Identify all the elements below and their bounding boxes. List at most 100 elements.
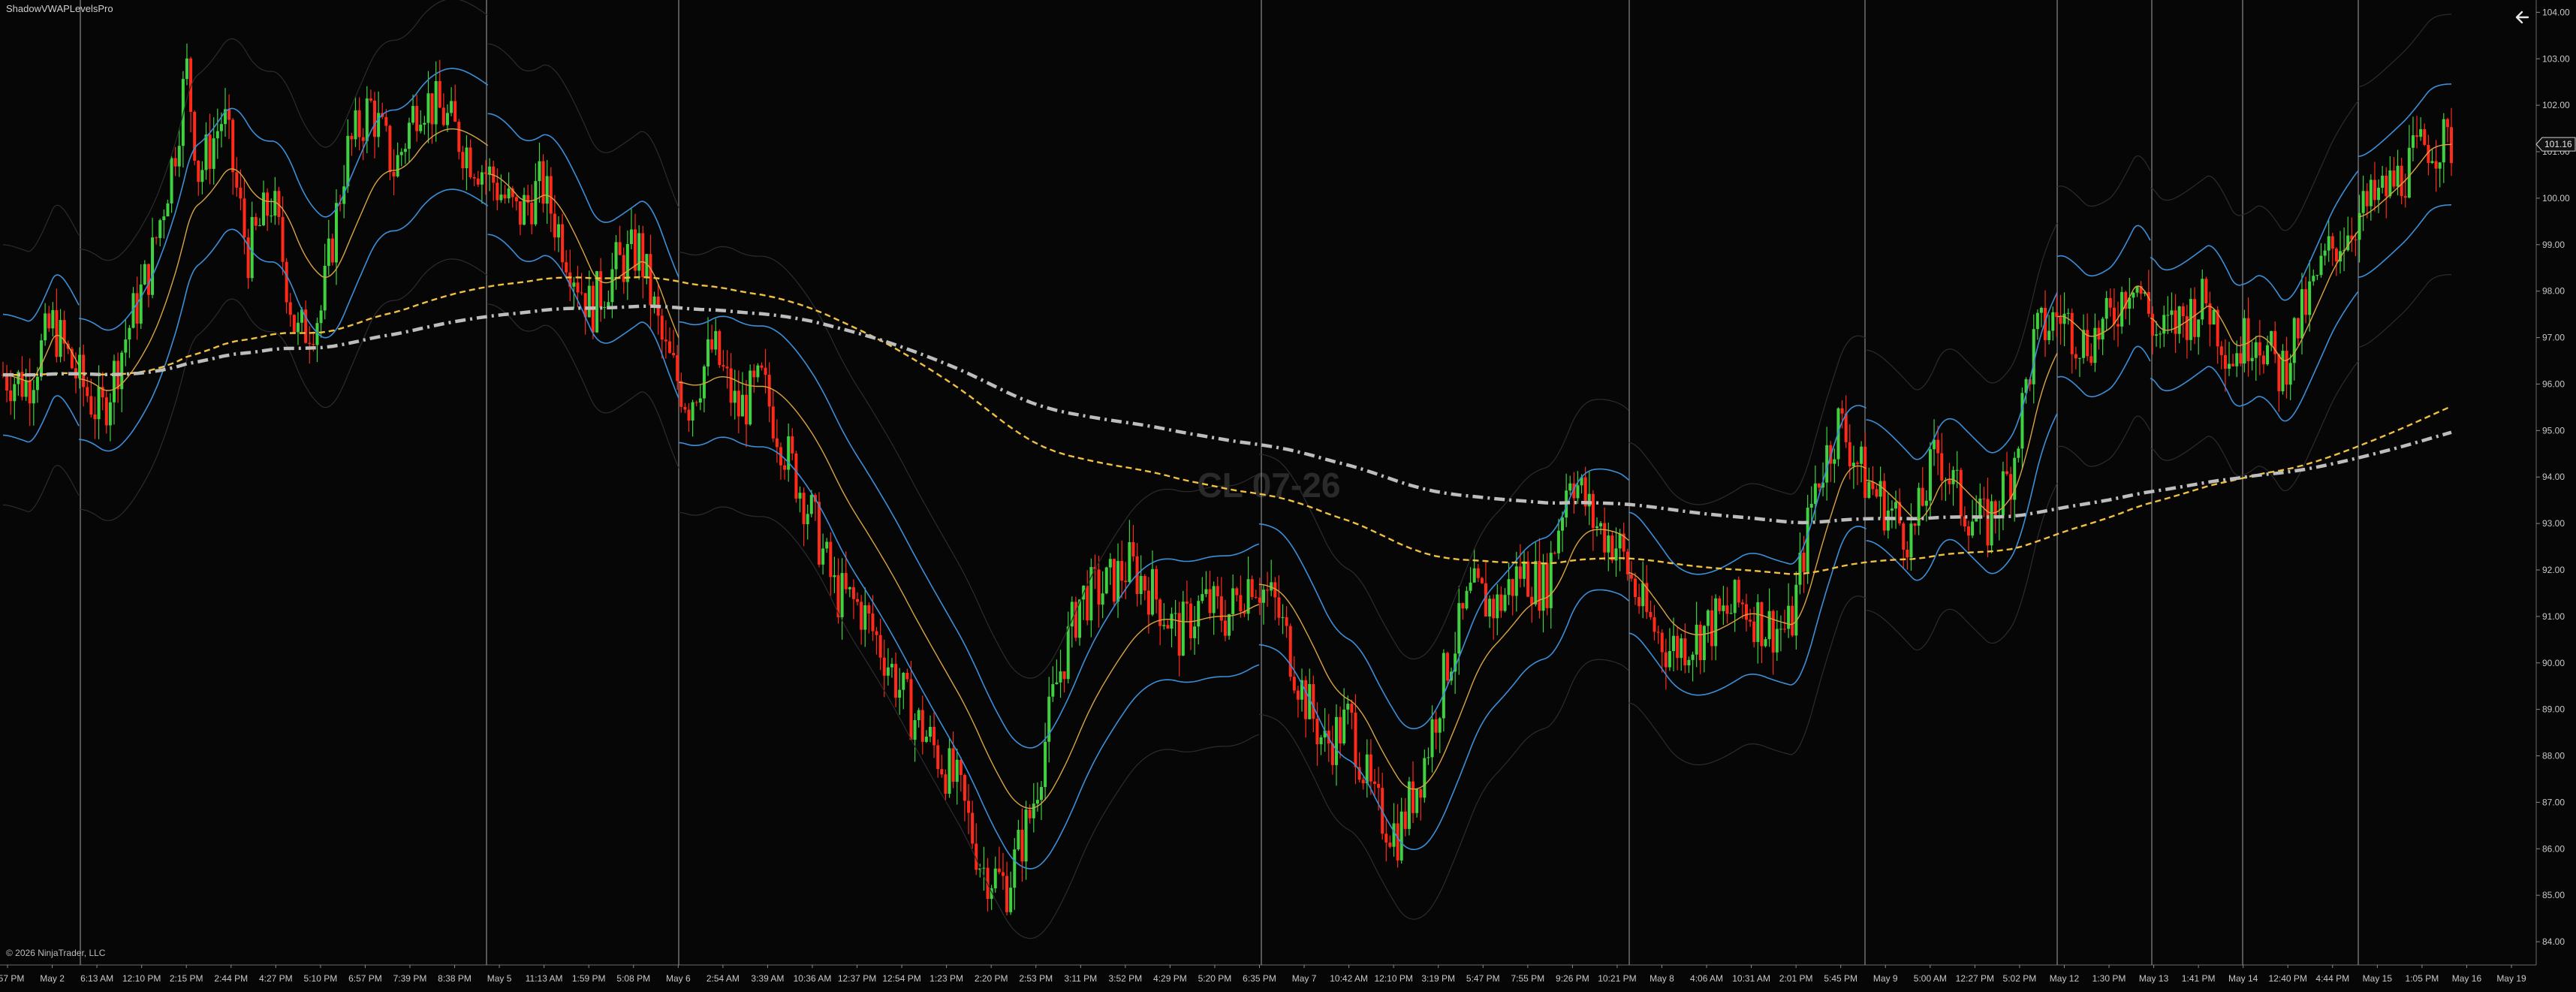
candle-body bbox=[170, 158, 173, 204]
time-tick-label: 10:42 AM bbox=[1330, 973, 1368, 984]
candle-body bbox=[1817, 483, 1821, 488]
candle-body bbox=[480, 172, 484, 185]
price-tick-label: 97.00 bbox=[2542, 333, 2565, 343]
candle-body bbox=[2377, 188, 2381, 201]
candle-body bbox=[1258, 597, 1261, 603]
candle-body bbox=[453, 101, 457, 122]
time-tick-label: May 13 bbox=[2139, 973, 2169, 984]
candle-body bbox=[2285, 351, 2288, 385]
candle-body bbox=[1599, 523, 1603, 526]
candle-body bbox=[1384, 834, 1388, 843]
anchored-vwap-dashed bbox=[2, 276, 2452, 575]
candle-body bbox=[821, 548, 825, 565]
candle-body bbox=[614, 242, 618, 270]
candle-body bbox=[740, 394, 744, 417]
candle-body bbox=[1001, 872, 1005, 876]
candle-body bbox=[1174, 613, 1177, 614]
candle-body bbox=[1710, 610, 1714, 647]
vwap-upper-band bbox=[3, 274, 80, 322]
candle-body bbox=[902, 672, 905, 690]
candle-body bbox=[1250, 579, 1254, 598]
time-tick-label: May 16 bbox=[2452, 973, 2482, 984]
candle-body bbox=[2430, 161, 2434, 163]
candle-body bbox=[28, 380, 32, 404]
candle-body bbox=[2319, 255, 2323, 276]
candle-body bbox=[618, 242, 622, 255]
candle-body bbox=[718, 330, 722, 366]
candle-body bbox=[514, 197, 518, 202]
candle-body bbox=[2104, 297, 2108, 319]
candle-body bbox=[625, 243, 629, 282]
candle-body bbox=[2174, 310, 2177, 334]
candle-body bbox=[687, 409, 691, 421]
candle-body bbox=[833, 575, 836, 577]
vwap-outer-lower-band bbox=[2150, 436, 2241, 477]
candle-body bbox=[1104, 567, 1108, 594]
vwap-outer-upper-band bbox=[2150, 175, 2241, 216]
candle-body bbox=[1208, 589, 1212, 614]
chart-area[interactable]: CL 07-26 104.00 103.00 102.00 101.00 100.00 99… bbox=[0, 0, 2576, 992]
candle-body bbox=[1219, 596, 1223, 621]
candle-body bbox=[323, 265, 327, 311]
candle-body bbox=[2132, 292, 2135, 298]
arrow-left-icon[interactable] bbox=[2513, 8, 2532, 27]
candle-body bbox=[488, 166, 492, 174]
candle-body bbox=[2407, 147, 2411, 198]
candle-body bbox=[1074, 602, 1077, 638]
candle-body bbox=[93, 415, 97, 420]
candle-body bbox=[1438, 718, 1442, 733]
candle-body bbox=[1978, 498, 1982, 517]
candle-body bbox=[771, 406, 775, 439]
candle-body bbox=[1634, 578, 1637, 598]
candle-body bbox=[1986, 499, 1990, 546]
candle-body bbox=[982, 867, 986, 869]
candle-body bbox=[886, 667, 890, 676]
candle-body bbox=[997, 868, 1001, 873]
candle-body bbox=[388, 125, 392, 173]
candle-body bbox=[603, 306, 607, 308]
candle-body bbox=[1492, 599, 1496, 619]
candle-body bbox=[1292, 677, 1296, 691]
price-tick-label: 102.00 bbox=[2542, 100, 2570, 110]
candle-body bbox=[1189, 603, 1193, 638]
candle-body bbox=[484, 172, 488, 174]
candle-body bbox=[2450, 127, 2453, 164]
time-tick-label: 3:52 PM bbox=[1108, 973, 1142, 984]
candle-body bbox=[1725, 605, 1729, 614]
candle-body bbox=[1740, 602, 1744, 605]
candle-body bbox=[2403, 196, 2407, 198]
candle-body bbox=[963, 774, 966, 801]
time-tick-label: 1:30 PM bbox=[2092, 973, 2126, 984]
candle-body bbox=[1166, 625, 1170, 629]
candle-body bbox=[104, 397, 108, 426]
candle-body bbox=[1461, 603, 1465, 609]
candle-body bbox=[1469, 582, 1472, 591]
candle-body bbox=[423, 122, 426, 125]
candle-body bbox=[441, 107, 445, 125]
candle-body bbox=[1813, 483, 1817, 504]
price-tick-label: 86.00 bbox=[2542, 843, 2565, 854]
last-price-label: 101.16 bbox=[2544, 139, 2572, 149]
candle-body bbox=[775, 438, 779, 448]
candle-body bbox=[2117, 324, 2120, 327]
candle-body bbox=[1518, 566, 1522, 579]
candle-body bbox=[2292, 318, 2296, 363]
candle-body bbox=[1223, 620, 1227, 636]
candle-body bbox=[450, 101, 453, 113]
time-tick-label: May 5 bbox=[487, 973, 512, 984]
candle-body bbox=[288, 302, 292, 315]
candle-body bbox=[1687, 659, 1691, 666]
time-tick-label: 1:41 PM bbox=[2182, 973, 2216, 984]
candle-body bbox=[1445, 653, 1449, 681]
price-chart[interactable]: CL 07-26104.00103.00102.00101.00100.0099… bbox=[0, 0, 2576, 992]
candle-body bbox=[1281, 617, 1285, 618]
candle-body bbox=[2219, 346, 2223, 355]
candle-body bbox=[1775, 629, 1779, 653]
candle-body bbox=[545, 176, 549, 204]
candle-body bbox=[1695, 624, 1698, 655]
candle-body bbox=[1055, 682, 1059, 685]
candle-body bbox=[2177, 306, 2181, 334]
candle-body bbox=[1840, 408, 1844, 414]
candle-body bbox=[2385, 175, 2388, 197]
candle-body bbox=[1097, 569, 1101, 605]
